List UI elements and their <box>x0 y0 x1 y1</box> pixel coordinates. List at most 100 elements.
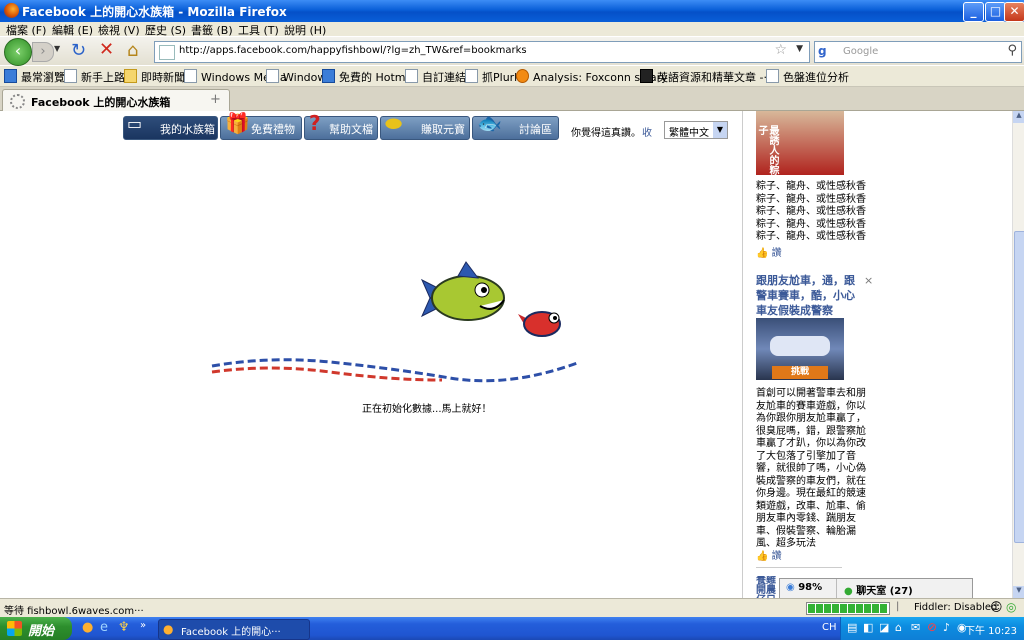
page-icon <box>465 69 478 83</box>
scrollbar-thumb[interactable] <box>1014 231 1024 543</box>
progress-segment <box>808 604 815 613</box>
ad-challenge-button[interactable]: 挑戰 <box>772 366 828 379</box>
gold-ingot-icon: ⬬ <box>385 111 403 135</box>
back-button[interactable]: ‹ <box>4 38 32 66</box>
start-button[interactable]: 開始 <box>0 617 72 640</box>
status-bar: 等待 fishbowl.6waves.com··· | Fiddler: Dis… <box>0 598 1024 617</box>
thumbs-up-icon: 👍 <box>756 551 769 562</box>
chat-globe-icon: ◉ <box>786 582 795 593</box>
menu-view[interactable]: 檢視 (V) <box>98 22 140 38</box>
quicklaunch-expand-icon[interactable]: » <box>140 620 146 631</box>
ad2-text: 首創可以開著警車去和朋 友尬車的賽車遊戲，你以 為你跟你朋友尬車贏了， 很臭屁嗎… <box>756 388 866 549</box>
ad-image-police-car[interactable]: 挑戰 <box>756 318 844 380</box>
menu-file[interactable]: 檔案 (F) <box>6 22 46 38</box>
chat-bar[interactable]: ◉ 98% ● 聊天室 (27) <box>779 578 973 599</box>
close-button[interactable]: ✕ <box>1004 2 1024 22</box>
ad2-title[interactable]: 跟朋友尬車，通，跟警車賽車，酷，小心車友假裝成警察 <box>756 273 858 318</box>
tray-icon-5[interactable]: ✉ <box>911 621 920 634</box>
url-dropdown-icon[interactable]: ▼ <box>796 44 803 54</box>
ad1-like-link[interactable]: 👍 讚 <box>756 244 782 259</box>
minimize-button[interactable]: _ <box>963 2 984 22</box>
feed-icon <box>516 69 529 83</box>
reload-button[interactable]: ↻ <box>71 40 86 61</box>
bookmark-item[interactable]: 即時新聞 <box>124 69 185 85</box>
bookmark-item[interactable]: 自訂連結 <box>405 69 466 85</box>
menu-history[interactable]: 歷史 (S) <box>145 22 186 38</box>
ie-quicklaunch-icon[interactable]: e <box>100 620 108 635</box>
ad-separator <box>756 567 842 568</box>
search-box[interactable]: g Google ⚲ <box>814 41 1022 63</box>
scroll-down-icon[interactable]: ▼ <box>1013 586 1024 598</box>
addon-face-icon[interactable]: ☺ <box>990 600 1003 614</box>
loading-text: 正在初始化數據...馬上就好！ <box>362 404 492 415</box>
new-tab-icon[interactable]: + <box>210 92 221 107</box>
chat-status: ◉ 98% <box>786 582 823 593</box>
my-aquarium-button[interactable]: ▭ 我的水族箱 <box>123 114 218 140</box>
page-icon <box>184 69 197 83</box>
maximize-button[interactable]: □ <box>985 2 1006 22</box>
bookmark-item[interactable]: 最常瀏覽 <box>4 69 65 85</box>
windows-taskbar: 開始 ● e ♆ » ● Facebook 上的開心··· CH ▤ ◧ ◪ ⌂… <box>0 617 1024 640</box>
firefox-logo-icon <box>4 3 19 18</box>
search-placeholder: Google <box>843 46 879 57</box>
page-scrollbar[interactable]: ▲ ▼ <box>1012 111 1024 598</box>
page-icon <box>405 69 418 83</box>
url-text[interactable]: http://apps.facebook.com/happyfishbowl/?… <box>179 45 527 56</box>
free-gifts-button[interactable]: 🎁 免費禮物 <box>220 111 302 140</box>
volume-icon[interactable]: ♪ <box>943 621 950 634</box>
language-value: 繁體中文 <box>669 128 709 139</box>
progress-segment <box>832 604 839 613</box>
menu-tools[interactable]: 工具 (T) <box>238 22 279 38</box>
search-icon[interactable]: ⚲ <box>1007 43 1017 58</box>
scroll-up-icon[interactable]: ▲ <box>1013 111 1024 123</box>
bookmark-item[interactable]: 英語資源和精華文章 -··· <box>640 69 774 85</box>
tray-icon-2[interactable]: ◧ <box>863 621 873 634</box>
tray-icon-3[interactable]: ◪ <box>879 621 889 634</box>
windows-logo-icon <box>7 621 22 636</box>
addon-status-icon[interactable]: ◎ <box>1006 600 1016 614</box>
menu-help[interactable]: 說明 (H) <box>284 22 326 38</box>
help-docs-button[interactable]: ? 幫助文檔 <box>304 111 378 140</box>
progress-segment <box>872 604 879 613</box>
home-button[interactable]: ⌂ <box>127 40 138 61</box>
bookmark-item[interactable]: 色盤進位分析 <box>766 69 849 85</box>
bookmark-star-icon[interactable]: ☆ <box>774 42 787 58</box>
bookmark-item[interactable]: 免費的 Hotmail <box>322 69 418 85</box>
progress-segment <box>840 604 847 613</box>
tray-icon-1[interactable]: ▤ <box>847 621 857 634</box>
ad2-like-link[interactable]: 👍 讚 <box>756 547 782 562</box>
ad-image-zongzi[interactable]: 最誘人的粽子 <box>756 111 844 175</box>
tab-facebook[interactable]: Facebook 上的開心水族箱 <box>2 89 230 111</box>
network-icon[interactable]: ⌂ <box>895 621 902 634</box>
ad3-title-partial[interactable]: 養雞開農 仔只送 <box>756 576 780 598</box>
ime-indicator[interactable]: CH <box>822 622 837 633</box>
ad1-text: 粽子、龍舟、或性感秋香 粽子、龍舟、或性感秋香 粽子、龍舟、或性感秋香 粽子、龍… <box>756 181 866 242</box>
progress-segment <box>848 604 855 613</box>
bookmark-item[interactable]: 抓Plurk <box>465 69 521 85</box>
url-bar[interactable]: http://apps.facebook.com/happyfishbowl/?… <box>154 41 810 63</box>
earn-ingots-button[interactable]: ⬬ 賺取元寶 <box>380 111 470 140</box>
history-dropdown-icon[interactable]: ▼ <box>54 44 60 53</box>
page-icon <box>64 69 77 83</box>
menu-bookmarks[interactable]: 書籤 (B) <box>191 22 233 38</box>
small-red-fish-icon <box>518 311 561 337</box>
menu-edit[interactable]: 編輯 (E) <box>52 22 93 38</box>
taskbar-item-firefox[interactable]: ● Facebook 上的開心··· <box>158 619 310 640</box>
chat-room-label[interactable]: ● 聊天室 (27) <box>844 582 913 597</box>
ad-close-icon[interactable]: × <box>864 274 873 287</box>
collapse-link[interactable]: 收 <box>642 124 652 139</box>
google-engine-icon[interactable]: g <box>818 44 832 58</box>
security-alert-icon[interactable]: ⊘ <box>927 620 937 634</box>
clock: 下午 10:23 <box>965 626 1017 637</box>
ad-image-caption: 最誘人的粽子 <box>756 125 778 175</box>
fiddler-status[interactable]: Fiddler: Disabled <box>914 602 997 613</box>
quicklaunch-icon[interactable]: ♆ <box>118 620 130 635</box>
forum-button[interactable]: 🐟 討論區 <box>472 111 559 140</box>
language-select[interactable]: 繁體中文 ▼ <box>664 121 728 139</box>
menu-bar: 檔案 (F) 編輯 (E) 檢視 (V) 歷史 (S) 書籤 (B) 工具 (T… <box>0 22 1024 38</box>
forward-button[interactable]: › <box>32 42 54 62</box>
thumbs-up-icon: 👍 <box>756 248 769 259</box>
firefox-quicklaunch-icon[interactable]: ● <box>82 620 93 635</box>
stop-button[interactable]: ✕ <box>99 39 114 60</box>
bookmark-item[interactable]: 新手上路 <box>64 69 125 85</box>
